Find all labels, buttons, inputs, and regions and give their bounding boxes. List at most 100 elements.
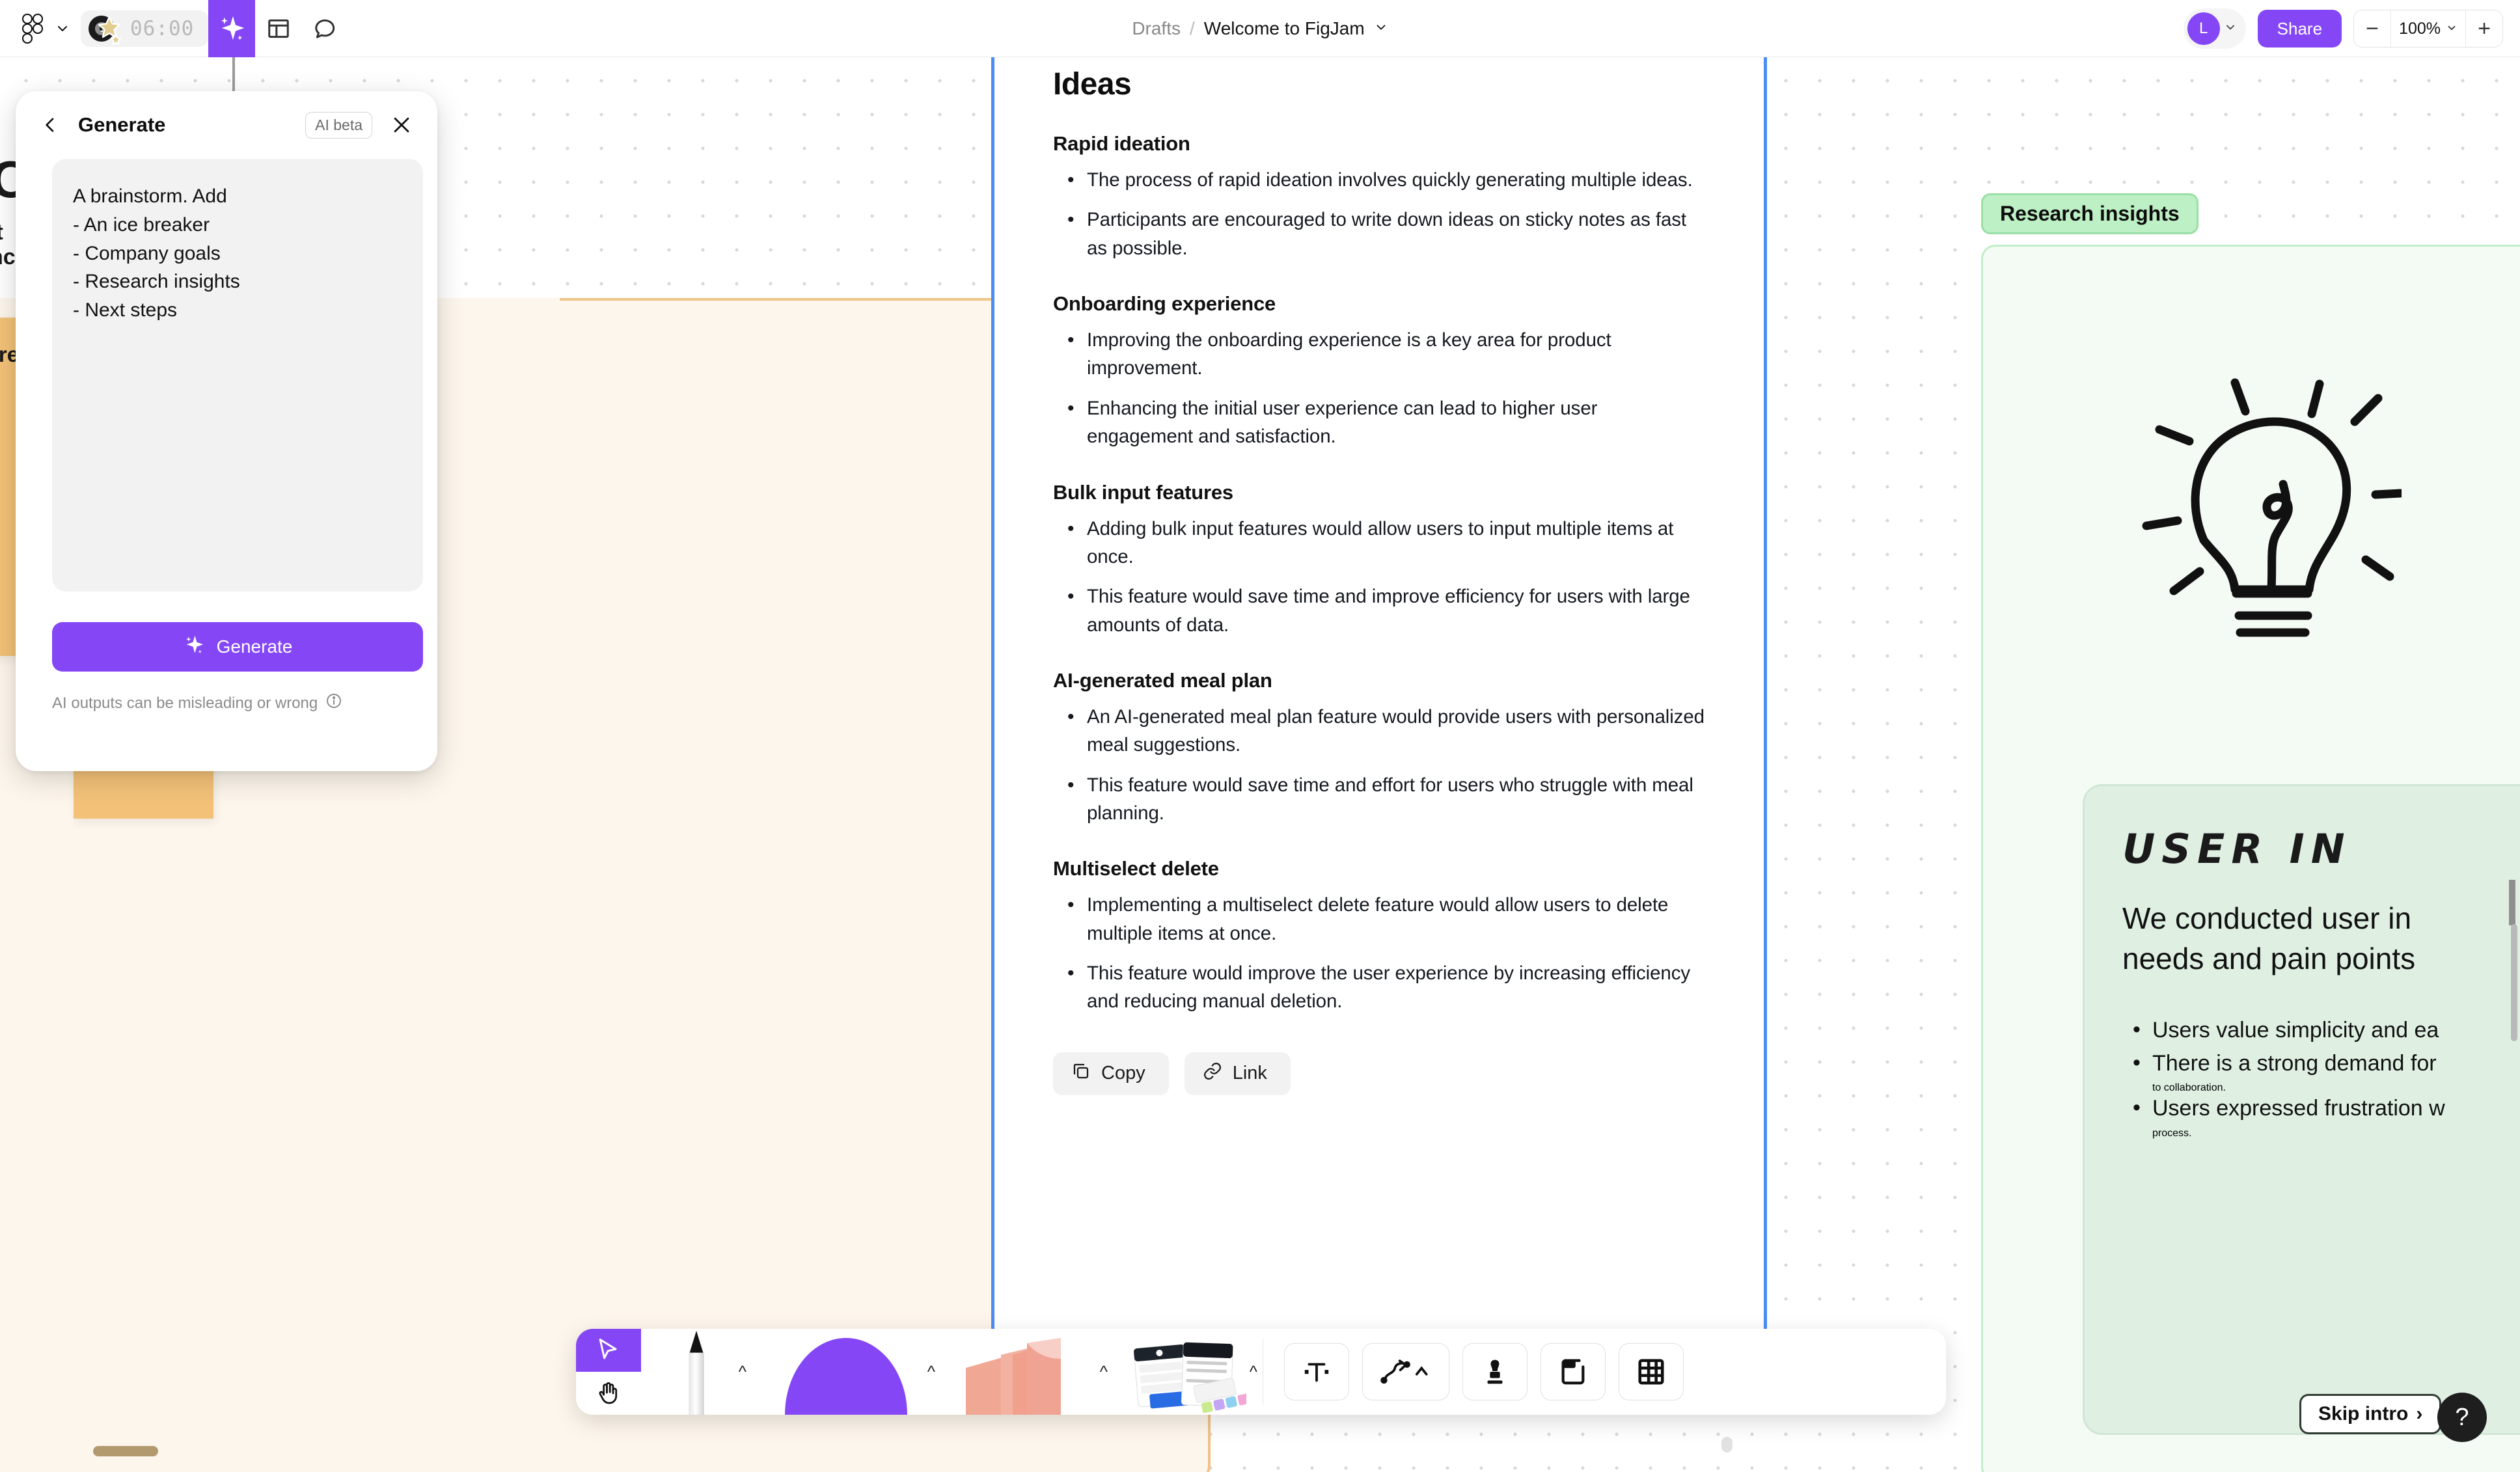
doc-selection-edge-right: [1764, 57, 1767, 1378]
avatar[interactable]: L: [2187, 12, 2220, 45]
pointer-tool[interactable]: [576, 1329, 641, 1372]
ideas-document[interactable]: Ideas Rapid ideation The process of rapi…: [994, 38, 1764, 1378]
user-interviews-bullet: Users expressed frustration w: [2122, 1093, 2520, 1123]
chevron-up-icon[interactable]: ^: [1100, 1362, 1108, 1382]
text-tool[interactable]: [1284, 1343, 1349, 1400]
copy-label: Copy: [1101, 1063, 1145, 1084]
doc-section: Rapid ideation The process of rapid idea…: [1053, 132, 1705, 262]
doc-bullet: Adding bulk input features would allow u…: [1053, 515, 1705, 571]
doc-bullet: An AI-generated meal plan feature would …: [1053, 703, 1705, 759]
doc-section-heading: Rapid ideation: [1053, 132, 1190, 155]
avatar-chevron-down-icon[interactable]: [2224, 21, 2237, 37]
shape-tool[interactable]: ^: [752, 1329, 940, 1415]
generate-prompt-input[interactable]: [52, 159, 423, 592]
sparkle-icon: [183, 634, 205, 661]
user-interviews-bullet-wrap: to collaboration.: [2152, 1082, 2226, 1094]
doc-section-heading: Onboarding experience: [1053, 292, 1276, 316]
user-interviews-lede-line1: We conducted user in: [2122, 901, 2412, 935]
zoom-out-button[interactable]: −: [2354, 10, 2391, 47]
file-menu-chevron-down-icon[interactable]: [1374, 20, 1388, 38]
user-interviews-card-title: USER IN: [2122, 825, 2351, 873]
doc-bullet: The process of rapid ideation involves q…: [1053, 166, 1705, 195]
doc-bullet: Implementing a multiselect delete featur…: [1053, 891, 1705, 947]
doc-section: Multiselect delete Implementing a multis…: [1053, 857, 1705, 1015]
doc-bullet: Enhancing the initial user experience ca…: [1053, 394, 1705, 451]
doc-bullet: Participants are encouraged to write dow…: [1053, 206, 1705, 262]
generate-button[interactable]: Generate: [52, 622, 423, 672]
figjam-app: Ideas Rapid ideation The process of rapi…: [0, 0, 2520, 1472]
doc-section-bullets: The process of rapid ideation involves q…: [1053, 166, 1705, 262]
hand-tool[interactable]: [576, 1372, 641, 1415]
chevron-up-icon[interactable]: ^: [739, 1362, 746, 1382]
share-button[interactable]: Share: [2257, 10, 2342, 48]
ai-sparkle-button[interactable]: [208, 0, 256, 57]
research-insights-label[interactable]: Research insights: [1981, 193, 2198, 234]
generate-button-label: Generate: [216, 636, 293, 657]
widgets-tool[interactable]: ^: [1113, 1329, 1263, 1415]
doc-section: Bulk input features Adding bulk input fe…: [1053, 481, 1705, 639]
timer-widget[interactable]: ♫ 06:00: [81, 10, 209, 47]
zoom-controls: − 100% +: [2353, 10, 2503, 48]
top-toolbar-right: L Share − 100% +: [2183, 0, 2503, 57]
bottom-toolbar[interactable]: ^ ^ ^ ^: [576, 1329, 1946, 1415]
user-interviews-bullet: There is a strong demand for: [2122, 1048, 2520, 1078]
doc-bullet: This feature would improve the user expe…: [1053, 959, 1705, 1016]
horizontal-scrollbar[interactable]: [93, 1446, 158, 1456]
timer-value: 06:00: [130, 16, 195, 40]
doc-section-bullets: Improving the onboarding experience is a…: [1053, 326, 1705, 450]
ai-disclaimer-text: AI outputs can be misleading or wrong: [52, 694, 318, 712]
zoom-chevron-down-icon: [2446, 20, 2458, 38]
doc-action-bar: Copy Link: [1053, 1052, 1705, 1121]
clipped-text-fragment: nc: [0, 245, 16, 269]
sticky-note-tool[interactable]: ^: [940, 1329, 1113, 1415]
link-button[interactable]: Link: [1184, 1052, 1291, 1095]
info-icon[interactable]: [325, 692, 342, 714]
vertical-scrollbar[interactable]: [2511, 924, 2517, 1041]
doc-section-heading: Bulk input features: [1053, 480, 1233, 504]
comment-button[interactable]: [302, 0, 349, 57]
doc-section: Onboarding experience Improving the onbo…: [1053, 292, 1705, 450]
avatar-group[interactable]: L: [2183, 8, 2246, 49]
chevron-up-icon[interactable]: ^: [927, 1362, 935, 1382]
back-icon[interactable]: [35, 110, 65, 140]
chevron-up-icon[interactable]: ^: [1250, 1362, 1257, 1382]
top-toolbar: ♫ 06:00: [0, 0, 2520, 57]
close-icon[interactable]: [385, 109, 418, 141]
ai-disclaimer: AI outputs can be misleading or wrong: [52, 692, 401, 714]
chevron-down-icon[interactable]: [51, 10, 74, 47]
doc-section-heading: AI-generated meal plan: [1053, 668, 1272, 692]
figma-logo-icon[interactable]: [14, 10, 51, 47]
zoom-in-button[interactable]: +: [2466, 10, 2502, 47]
breadcrumb-file[interactable]: Welcome to FigJam: [1204, 18, 1365, 39]
music-star-icon: ♫: [87, 11, 122, 46]
doc-bullet: This feature would save time and effort …: [1053, 771, 1705, 828]
doc-bullet: This feature would save time and improve…: [1053, 582, 1705, 639]
copy-button[interactable]: Copy: [1053, 1052, 1169, 1095]
skip-intro-button[interactable]: Skip intro ›: [2299, 1394, 2442, 1434]
user-interviews-bullets: Users value simplicity and ea There is a…: [2122, 1015, 2520, 1139]
link-label: Link: [1232, 1063, 1267, 1084]
help-button[interactable]: ?: [2437, 1393, 2487, 1442]
breadcrumb: Drafts / Welcome to FigJam: [1132, 18, 1388, 39]
generate-panel[interactable]: Generate AI beta Generate AI outputs can…: [16, 91, 437, 771]
table-tool[interactable]: [1619, 1343, 1684, 1400]
doc-section-bullets: Implementing a multiselect delete featur…: [1053, 891, 1705, 1015]
handle-dot[interactable]: [1721, 1437, 1732, 1452]
layout-panel-button[interactable]: [255, 0, 302, 57]
pointer-hand-group[interactable]: [576, 1329, 641, 1415]
zoom-level-selector[interactable]: 100%: [2390, 10, 2466, 47]
doc-section-heading: Multiselect delete: [1053, 857, 1219, 880]
section-tool[interactable]: [1541, 1343, 1606, 1400]
user-interviews-bullet-wrap: process.: [2152, 1127, 2192, 1139]
user-interviews-bullet: Users value simplicity and ea: [2122, 1015, 2520, 1045]
link-icon: [1203, 1061, 1222, 1086]
top-toolbar-left: ♫ 06:00: [0, 0, 349, 57]
generate-panel-title: Generate: [78, 113, 166, 136]
user-interviews-card[interactable]: USER IN We conducted user in needs and p…: [2083, 784, 2520, 1435]
lightbulb-sketch: [2141, 364, 2405, 651]
pen-tool[interactable]: ^: [641, 1329, 752, 1415]
stamp-tool[interactable]: [1462, 1343, 1527, 1400]
connector-tool[interactable]: [1362, 1343, 1449, 1400]
breadcrumb-folder[interactable]: Drafts: [1132, 18, 1181, 39]
text-edit-caret: [2509, 880, 2515, 925]
